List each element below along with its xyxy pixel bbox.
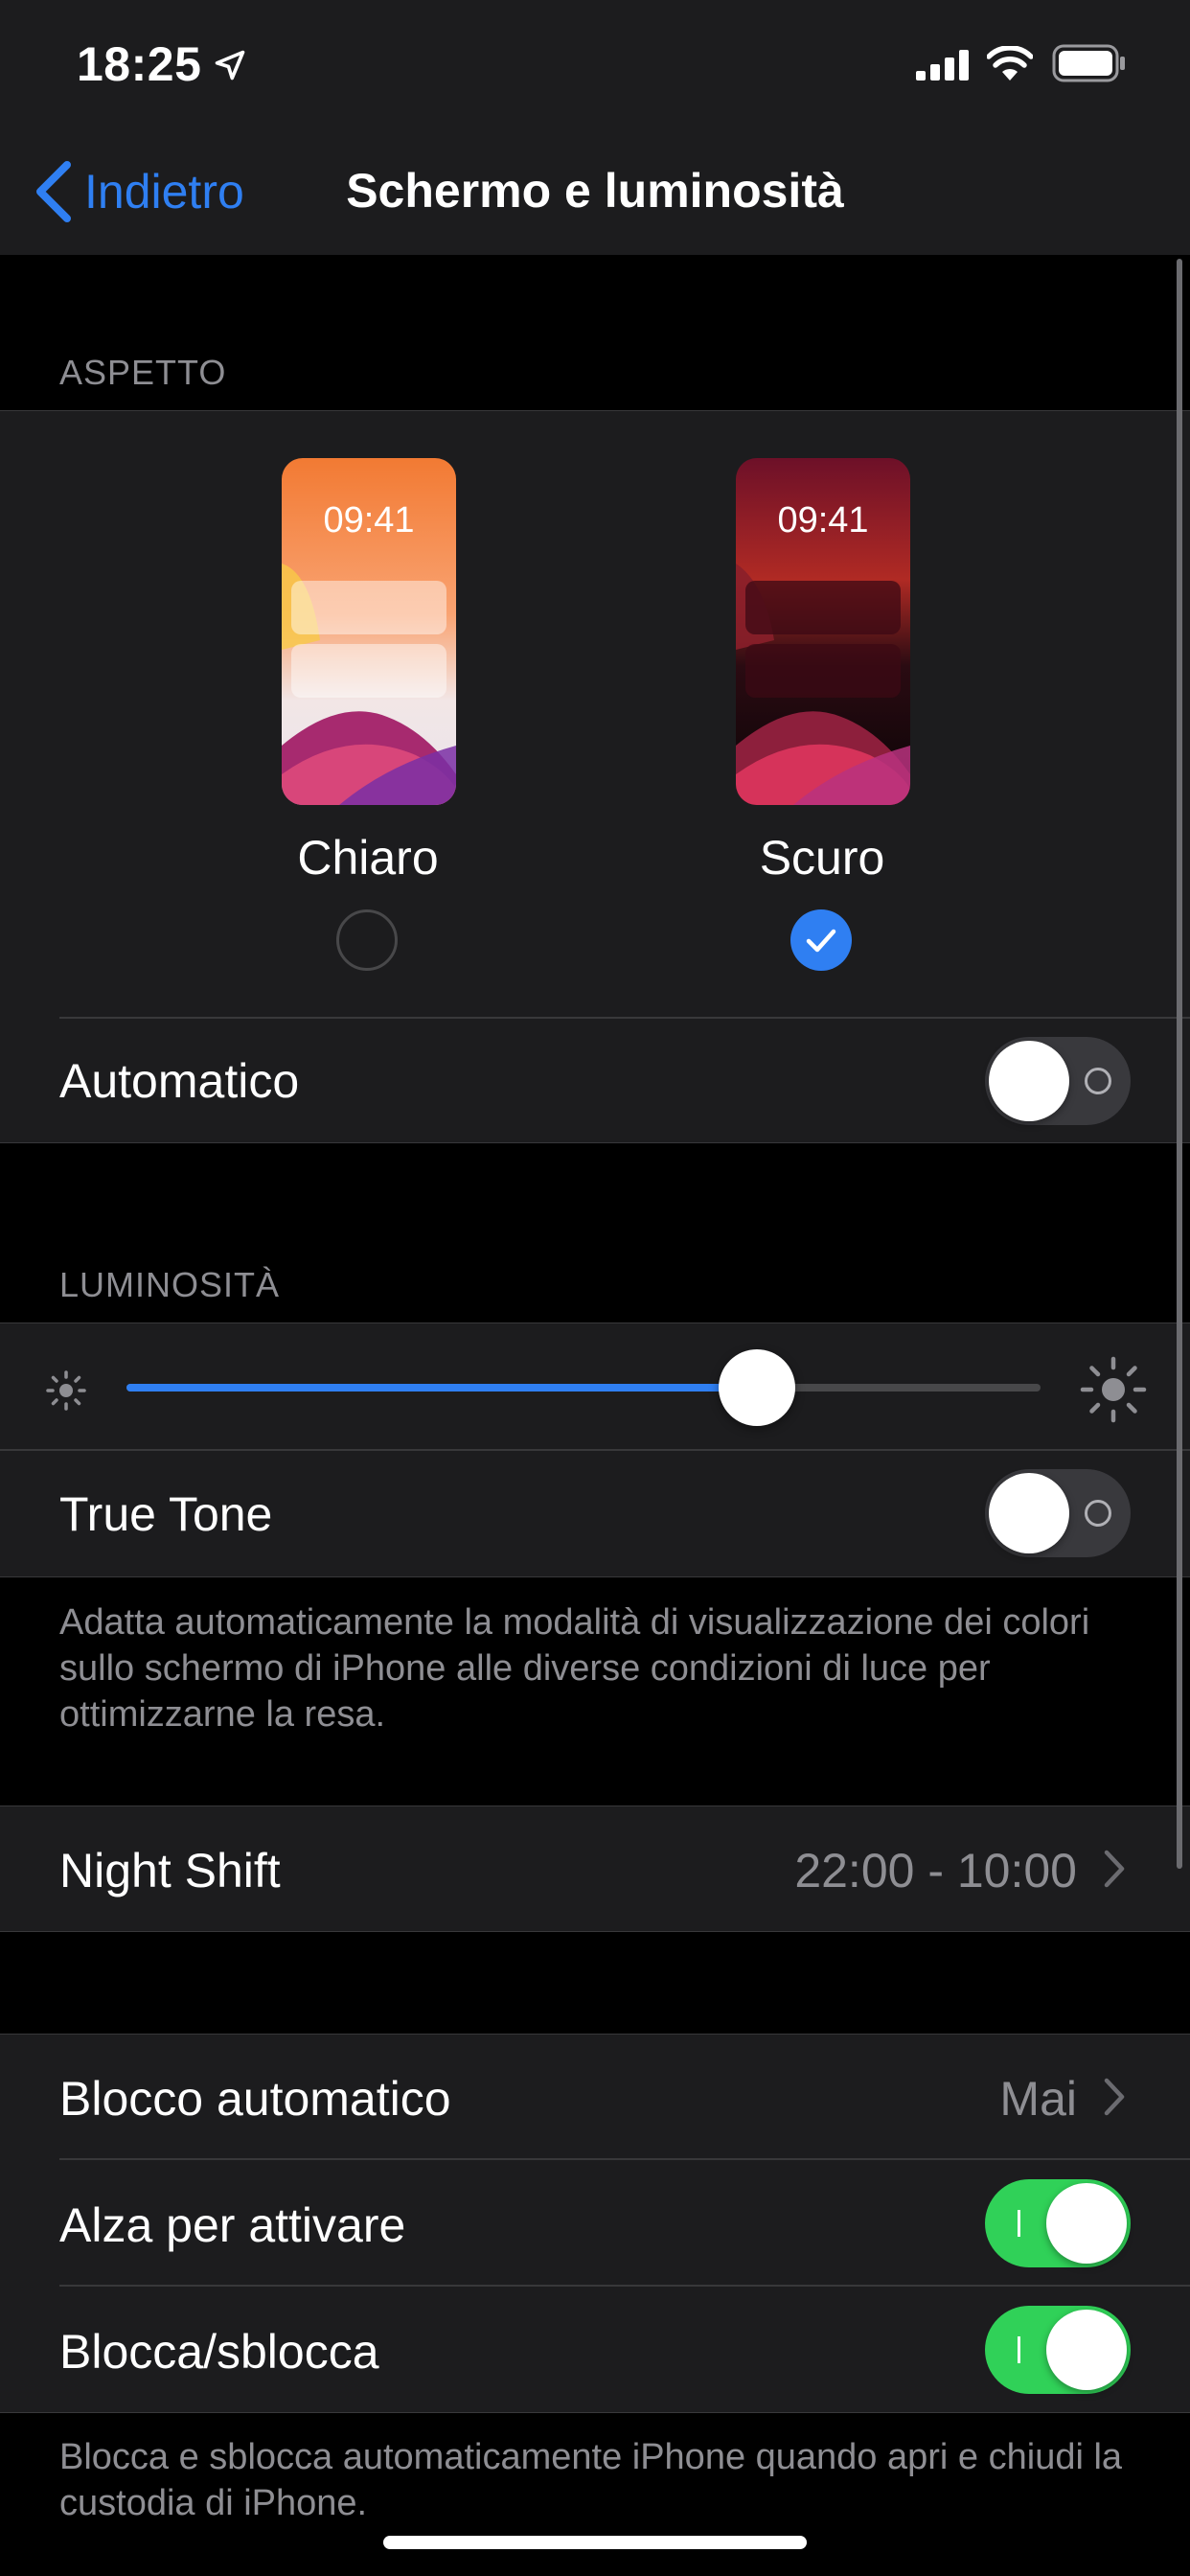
lock-unlock-label: Blocca/sblocca <box>59 2325 379 2379</box>
sun-small-icon <box>46 1370 86 1411</box>
light-preview-card <box>291 581 446 634</box>
page-title: Schermo e luminosità <box>346 164 844 218</box>
separator <box>59 1017 1190 1019</box>
section-header-brightness: LUMINOSITÀ <box>59 1265 281 1304</box>
scroll-indicator <box>1177 259 1182 1869</box>
light-preview-card <box>291 644 446 698</box>
signal-icon <box>916 50 969 80</box>
brightness-slider[interactable] <box>126 1384 1041 1392</box>
light-preview-time: 09:41 <box>323 500 415 540</box>
lock-unlock-footer: Blocca e sblocca automaticamente iPhone … <box>59 2437 1123 2523</box>
dark-preview-card <box>745 581 901 634</box>
brightness-slider-thumb[interactable] <box>719 1349 796 1426</box>
true-tone-label: True Tone <box>59 1487 273 1541</box>
separator <box>0 1449 1190 1451</box>
auto-lock-label: Blocco automatico <box>59 2072 451 2126</box>
brightness-slider-fill <box>126 1384 758 1392</box>
raise-to-wake-toggle[interactable] <box>985 2179 1131 2267</box>
night-shift-value: 22:00 - 10:00 <box>794 1844 1077 1898</box>
dark-preview-card <box>745 644 901 698</box>
home-indicator[interactable] <box>383 2536 807 2549</box>
chevron-right-icon <box>1104 1850 1125 1888</box>
location-arrow-icon <box>215 50 245 80</box>
section-header-appearance: ASPETTO <box>59 353 227 392</box>
night-shift-label: Night Shift <box>59 1844 281 1898</box>
battery-icon <box>1052 44 1125 82</box>
automatic-toggle[interactable] <box>985 1037 1131 1125</box>
true-tone-toggle[interactable] <box>985 1469 1131 1557</box>
separator <box>59 2158 1190 2160</box>
true-tone-footer: Adatta automaticamente la modalità di vi… <box>59 1602 1090 1735</box>
light-mode-label: Chiaro <box>297 831 439 885</box>
dark-mode-label: Scuro <box>759 831 885 885</box>
dark-mode-radio[interactable] <box>790 909 852 971</box>
dark-mode-preview[interactable]: 09:41 <box>736 458 910 805</box>
sun-large-icon <box>1080 1356 1147 1423</box>
chevron-right-icon <box>1104 2078 1125 2116</box>
dark-preview-time: 09:41 <box>777 500 869 540</box>
lock-unlock-toggle[interactable] <box>985 2306 1131 2394</box>
wifi-icon <box>987 46 1033 80</box>
appearance-group <box>0 410 1190 1143</box>
separator <box>59 2285 1190 2287</box>
light-mode-preview[interactable]: 09:41 <box>282 458 456 805</box>
auto-lock-value: Mai <box>999 2072 1077 2126</box>
automatic-label: Automatico <box>59 1054 300 1108</box>
checkmark-icon <box>806 929 836 953</box>
light-mode-radio[interactable] <box>336 909 398 971</box>
raise-to-wake-label: Alza per attivare <box>59 2198 406 2252</box>
status-time: 18:25 <box>77 37 202 91</box>
